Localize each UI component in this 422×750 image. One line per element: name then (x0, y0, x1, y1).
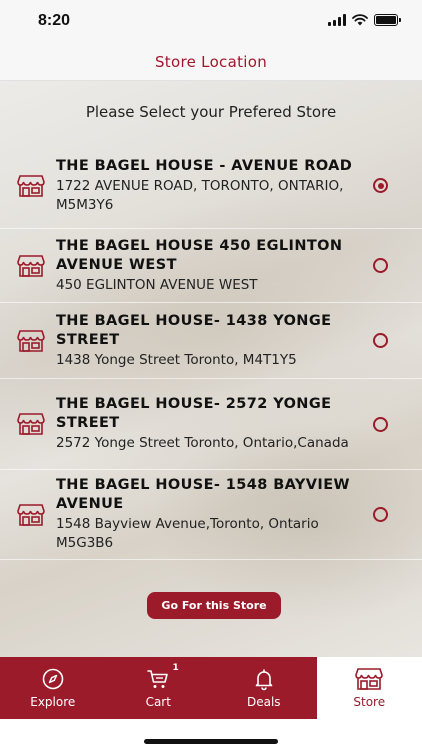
battery-icon (374, 14, 401, 26)
cart-icon (147, 670, 169, 688)
page-title: Store Location (154, 53, 268, 71)
store-selection-panel: Please Select your Prefered Store THE BA… (0, 81, 422, 657)
store-name: THE BAGEL HOUSE - AVENUE ROAD (56, 157, 353, 174)
select-store-prompt: Please Select your Prefered Store (85, 103, 337, 121)
store-option[interactable]: THE BAGEL HOUSE 450 EGLINTON AVENUE WEST… (0, 229, 422, 303)
wifi-icon (352, 14, 368, 26)
tab-explore[interactable]: Explore (0, 657, 106, 719)
home-indicator[interactable] (144, 739, 278, 744)
tab-label: Cart (145, 695, 171, 709)
home-area (0, 719, 422, 750)
store-icon (17, 413, 45, 435)
store-address: 1548 Bayview Avenue,Toronto, Ontario M5G… (56, 516, 319, 551)
radio-unselected[interactable] (373, 333, 388, 348)
tab-label: Explore (30, 695, 76, 709)
tab-bar: Explore 1 Cart Deals Store (0, 657, 422, 719)
status-bar: 8:20 (0, 0, 422, 44)
store-icon (17, 254, 45, 277)
tab-deals[interactable]: Deals (211, 657, 317, 719)
radio-unselected[interactable] (373, 258, 388, 273)
store-name: THE BAGEL HOUSE- 2572 YONGE STREET (56, 396, 332, 431)
tab-cart[interactable]: 1 Cart (106, 657, 212, 719)
tab-label: Store (353, 695, 386, 709)
store-icon (17, 329, 45, 352)
status-icons (328, 14, 401, 26)
store-address: 2572 Yonge Street Toronto, Ontario,Canad… (56, 435, 349, 451)
radio-unselected[interactable] (373, 416, 388, 432)
store-address: 1722 AVENUE ROAD, TORONTO, ONTARIO, M5M3… (56, 177, 344, 213)
tab-store[interactable]: Store (316, 657, 422, 719)
compass-icon (42, 668, 64, 690)
nav-header: Store Location (0, 44, 422, 81)
cart-count-badge: 1 (172, 663, 179, 673)
radio-unselected[interactable] (373, 507, 388, 522)
store-icon (17, 503, 45, 526)
store-option[interactable]: THE BAGEL HOUSE- 1548 BAYVIEW AVENUE 154… (0, 470, 422, 560)
store-option[interactable]: THE BAGEL HOUSE- 2572 YONGE STREET 2572 … (0, 379, 422, 470)
store-address: 450 EGLINTON AVENUE WEST (56, 276, 258, 293)
store-option[interactable]: THE BAGEL HOUSE - AVENUE ROAD 1722 AVENU… (0, 143, 422, 229)
go-for-store-button[interactable]: Go For this Store (147, 592, 281, 619)
store-icon (17, 174, 45, 197)
cellular-signal-icon (328, 14, 346, 26)
radio-selected[interactable] (373, 178, 388, 193)
store-list: THE BAGEL HOUSE - AVENUE ROAD 1722 AVENU… (0, 143, 422, 560)
store-name: THE BAGEL HOUSE 450 EGLINTON AVENUE WEST (56, 237, 343, 273)
bell-icon (255, 669, 273, 691)
store-name: THE BAGEL HOUSE- 1548 BAYVIEW AVENUE (56, 477, 350, 512)
store-address: 1438 Yonge Street Toronto, M4T1Y5 (56, 351, 297, 368)
store-icon (355, 668, 384, 690)
store-option[interactable]: THE BAGEL HOUSE- 1438 YONGE STREET 1438 … (0, 303, 422, 379)
status-time: 8:20 (38, 12, 71, 29)
store-name: THE BAGEL HOUSE- 1438 YONGE STREET (56, 312, 332, 348)
tab-label: Deals (246, 695, 281, 709)
